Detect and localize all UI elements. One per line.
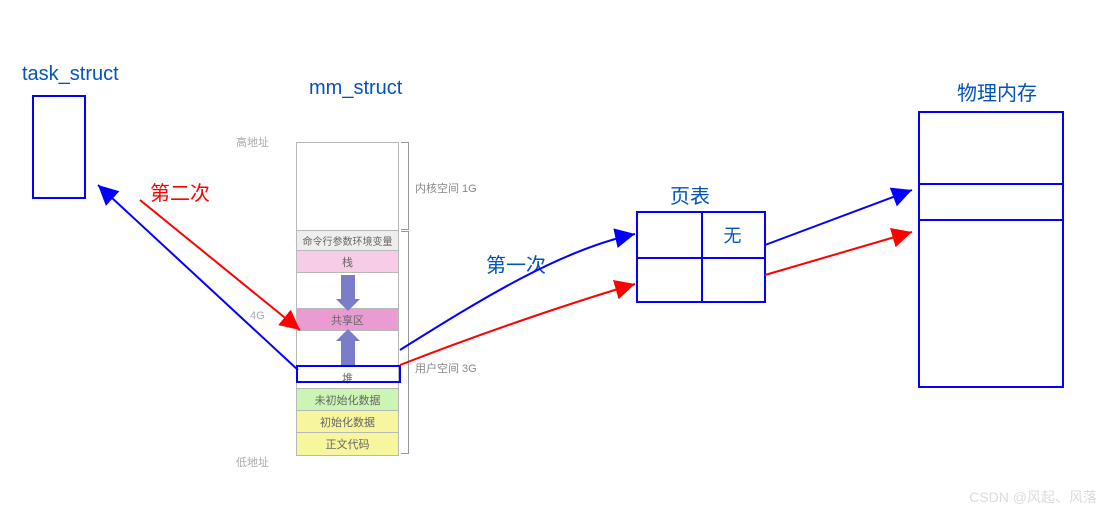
task-struct-box (32, 95, 86, 199)
highlight-slot (296, 365, 401, 383)
stack-grow-down-icon (341, 275, 355, 301)
page-table-hline (638, 257, 764, 259)
arrow-pt-to-phys-red (765, 232, 912, 275)
size-4g-label: 4G (250, 310, 265, 322)
page-table-cell-none: 无 (701, 213, 764, 257)
seg-data: 初始化数据 (297, 411, 398, 433)
gap-stack-shared (297, 273, 398, 309)
phys-mem-label: 物理内存 (957, 77, 1037, 106)
high-addr-label: 高地址 (236, 134, 269, 150)
seg-bss: 未初始化数据 (297, 389, 398, 411)
first-label: 第一次 (486, 249, 546, 278)
arrow-mm-to-task (98, 185, 298, 370)
seg-shared: 共享区 (297, 309, 398, 331)
heap-grow-up-icon (341, 339, 355, 365)
seg-cmdline: 命令行参数环境变量 (297, 231, 398, 251)
kernel-brace-label: 内核空间 1G (415, 180, 477, 196)
arrow-mm-to-pagetable-red (400, 284, 635, 365)
watermark: CSDN @风起、风落 (969, 487, 1097, 507)
gap-shared-heap (297, 331, 398, 367)
phys-mem-box (918, 111, 1064, 388)
page-table-label: 页表 (670, 180, 710, 209)
low-addr-label: 低地址 (236, 454, 269, 470)
seg-kernel (297, 143, 398, 231)
brace-kernel (400, 142, 409, 230)
second-label: 第二次 (150, 177, 210, 206)
seg-text: 正文代码 (297, 433, 398, 455)
page-table-grid: 无 (636, 211, 766, 303)
task-struct-label: task_struct (22, 63, 119, 86)
seg-stack: 栈 (297, 251, 398, 273)
mm-struct-label: mm_struct (309, 77, 402, 100)
user-brace-label: 用户空间 3G (415, 360, 477, 376)
arrow-second-red (140, 200, 300, 330)
memory-layout: 命令行参数环境变量 栈 共享区 堆 未初始化数据 初始化数据 正文代码 (296, 142, 399, 456)
brace-user (400, 231, 409, 454)
arrow-pt-to-phys-blue (765, 190, 912, 245)
phys-mem-row (920, 183, 1062, 221)
